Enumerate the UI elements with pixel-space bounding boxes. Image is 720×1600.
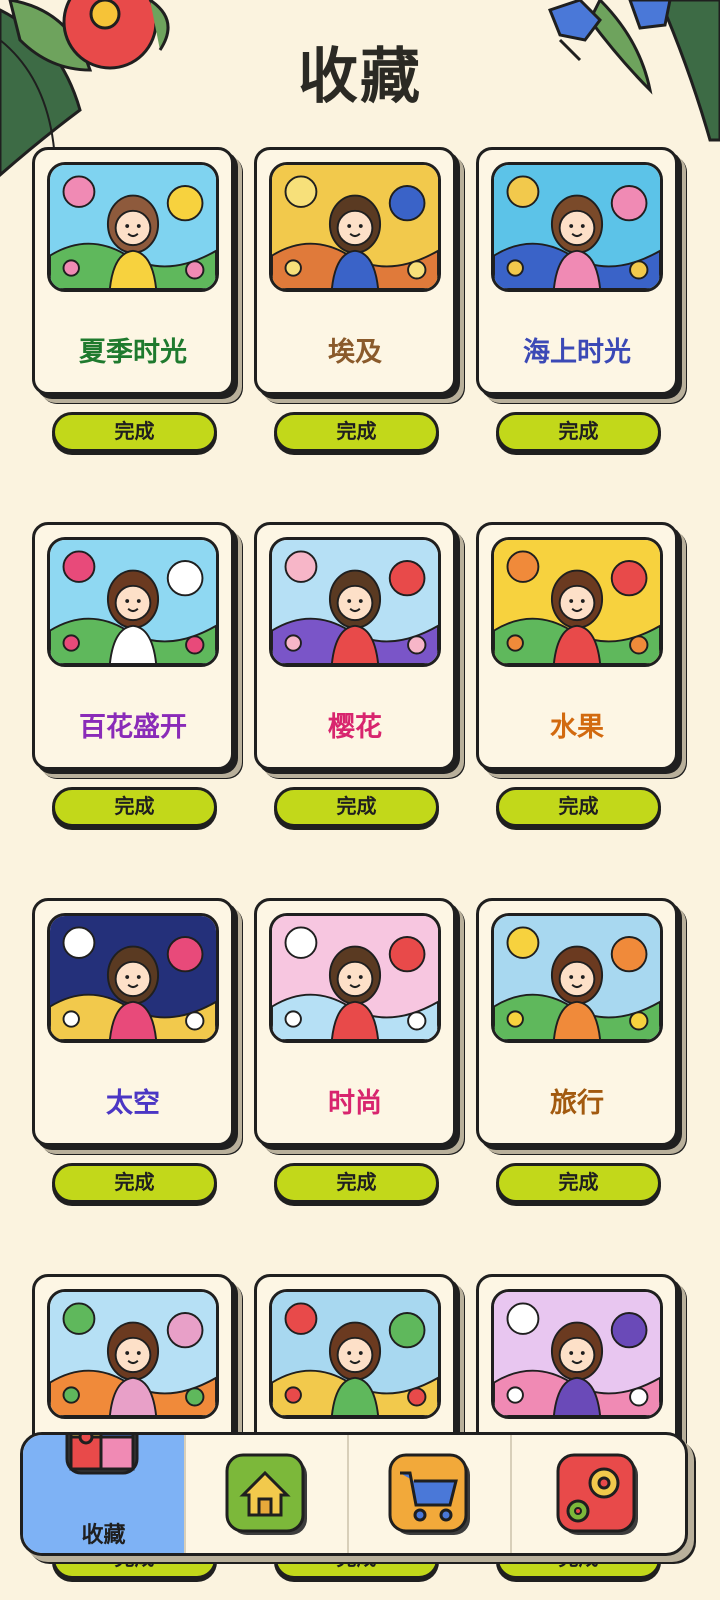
summer-artwork xyxy=(50,165,216,289)
gear-puzzle-icon xyxy=(554,1451,644,1545)
album-card[interactable]: 太空 完成 xyxy=(32,898,242,1218)
nav-label: 收藏 xyxy=(81,1523,126,1548)
nav-item-home[interactable] xyxy=(186,1435,349,1553)
album-cover[interactable]: 百花盛开 xyxy=(32,522,234,770)
album-title: 水果 xyxy=(550,712,604,743)
album-cover[interactable]: 夏季时光 xyxy=(32,147,234,395)
cart-icon xyxy=(386,1451,476,1545)
album-cover[interactable]: 埃及 xyxy=(254,147,456,395)
space-artwork xyxy=(50,916,216,1040)
fruit-artwork xyxy=(494,540,660,664)
album-card[interactable]: 樱花 完成 xyxy=(254,522,464,842)
album-artwork xyxy=(47,537,219,667)
album-cover[interactable]: 水果 xyxy=(476,522,678,770)
album-artwork xyxy=(269,162,441,292)
album-artwork xyxy=(269,913,441,1043)
album-title: 太空 xyxy=(106,1088,160,1119)
complete-button[interactable]: 完成 xyxy=(52,412,217,452)
complete-button[interactable]: 完成 xyxy=(52,1163,217,1203)
album-artwork xyxy=(269,537,441,667)
album-title: 旅行 xyxy=(550,1088,604,1119)
album-artwork xyxy=(491,913,663,1043)
album-card[interactable]: 海上时光 完成 xyxy=(476,147,686,467)
complete-button[interactable]: 完成 xyxy=(496,787,661,827)
album-artwork xyxy=(491,537,663,667)
egypt-artwork xyxy=(272,165,438,289)
countryside-artwork xyxy=(272,1292,438,1416)
album-card[interactable]: 百花盛开 完成 xyxy=(32,522,242,842)
puzzle-icon xyxy=(63,1435,143,1483)
album-artwork xyxy=(47,162,219,292)
complete-button[interactable]: 完成 xyxy=(274,1163,439,1203)
complete-button[interactable]: 完成 xyxy=(52,787,217,827)
album-cover[interactable]: 樱花 xyxy=(254,522,456,770)
album-card[interactable]: 水果 完成 xyxy=(476,522,686,842)
album-title: 夏季时光 xyxy=(79,337,187,368)
album-artwork xyxy=(269,1289,441,1419)
album-title: 埃及 xyxy=(328,337,382,368)
complete-button[interactable]: 完成 xyxy=(496,412,661,452)
album-cover[interactable]: 海上时光 xyxy=(476,147,678,395)
album-grid: 夏季时光 完成 埃及 完成 海上时光 完成 百花盛开 完成 樱花 完成 水果 完… xyxy=(0,0,720,1600)
fashion-artwork xyxy=(272,916,438,1040)
album-cover[interactable]: 旅行 xyxy=(476,898,678,1146)
travel-artwork xyxy=(494,916,660,1040)
album-title: 海上时光 xyxy=(523,337,631,368)
complete-button[interactable]: 完成 xyxy=(274,412,439,452)
album-card[interactable]: 时尚 完成 xyxy=(254,898,464,1218)
sakura-artwork xyxy=(272,540,438,664)
album-card[interactable]: 夏季时光 完成 xyxy=(32,147,242,467)
nav-item-cart[interactable] xyxy=(349,1435,512,1553)
album-artwork xyxy=(47,913,219,1043)
album-card[interactable]: 旅行 完成 xyxy=(476,898,686,1218)
complete-button[interactable]: 完成 xyxy=(496,1163,661,1203)
album-artwork xyxy=(491,1289,663,1419)
mushroom-artwork xyxy=(50,1292,216,1416)
complete-button[interactable]: 完成 xyxy=(274,787,439,827)
album-cover[interactable]: 太空 xyxy=(32,898,234,1146)
bottom-nav-bar: 收藏 xyxy=(20,1432,688,1556)
album-title: 樱花 xyxy=(328,712,382,743)
album-cover[interactable]: 时尚 xyxy=(254,898,456,1146)
home-icon xyxy=(223,1451,313,1545)
album-artwork xyxy=(491,162,663,292)
album-title: 时尚 xyxy=(328,1088,382,1119)
album-card[interactable]: 埃及 完成 xyxy=(254,147,464,467)
sea-artwork xyxy=(494,165,660,289)
album-title: 百花盛开 xyxy=(79,712,187,743)
album-artwork xyxy=(47,1289,219,1419)
cafe-artwork xyxy=(494,1292,660,1416)
nav-item-puzzle[interactable]: 收藏 xyxy=(23,1435,186,1553)
flowers-artwork xyxy=(50,540,216,664)
nav-item-gear-puzzle[interactable] xyxy=(512,1435,685,1553)
